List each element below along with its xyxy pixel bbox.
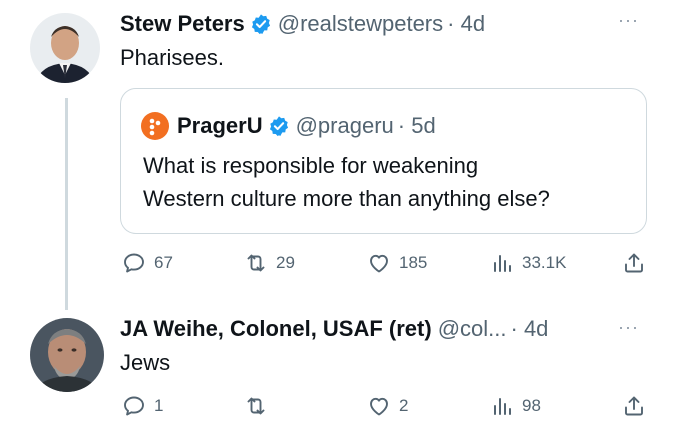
prageru-logo-icon — [141, 112, 169, 140]
like-count: 185 — [399, 253, 428, 272]
thread-connector-line — [65, 98, 68, 310]
retweet-button[interactable]: 29 — [244, 251, 295, 275]
reply-count: 1 — [154, 396, 164, 415]
author-name[interactable]: Stew Peters — [120, 11, 245, 37]
share-button[interactable] — [622, 251, 646, 275]
like-button[interactable]: 185 — [367, 251, 427, 275]
reply-icon — [124, 253, 144, 273]
heart-icon — [370, 397, 388, 416]
reply-icon — [124, 396, 144, 416]
verified-badge-icon — [251, 14, 270, 35]
tweet-text: Jews — [120, 350, 171, 375]
share-button[interactable] — [622, 394, 646, 418]
share-icon — [625, 396, 643, 416]
retweet-icon — [247, 397, 265, 415]
tweet-header: Stew Peters @realstewpeters · 4d — [120, 9, 485, 39]
quoted-tweet-card[interactable]: PragerU @prageru · 5d What is responsibl… — [120, 88, 647, 234]
author-name[interactable]: JA Weihe, Colonel, USAF (ret) — [120, 316, 432, 342]
views-button[interactable]: 98 — [490, 394, 541, 418]
author-handle[interactable]: @col... — [438, 316, 507, 342]
views-chart-icon — [494, 255, 511, 272]
heart-icon — [370, 254, 388, 273]
views-count: 33.1K — [522, 253, 567, 272]
tweet-header: JA Weihe, Colonel, USAF (ret) @col... · … — [120, 314, 548, 344]
like-count: 2 — [399, 396, 409, 415]
quote-header: PragerU @prageru · 5d — [141, 111, 436, 141]
avatar[interactable] — [30, 318, 104, 392]
retweet-icon — [247, 254, 265, 272]
quote-author-name[interactable]: PragerU — [177, 113, 263, 139]
timestamp[interactable]: · 4d — [511, 316, 549, 342]
quote-author-handle[interactable]: @prageru — [296, 113, 394, 139]
reply-count: 67 — [154, 253, 173, 272]
like-button[interactable]: 2 — [367, 394, 408, 418]
timestamp[interactable]: · 4d — [447, 11, 485, 37]
views-button[interactable]: 33.1K — [490, 251, 566, 275]
author-handle[interactable]: @realstewpeters — [278, 11, 443, 37]
verified-badge-icon — [269, 116, 288, 137]
quote-text-line-2: Western culture more than anything else? — [143, 186, 550, 211]
share-icon — [625, 253, 643, 273]
views-chart-icon — [494, 398, 511, 415]
tweet-text: Pharisees. — [120, 45, 224, 70]
avatar[interactable] — [30, 13, 100, 83]
reply-button[interactable]: 1 — [122, 394, 163, 418]
reply-button[interactable]: 67 — [122, 251, 173, 275]
retweet-count: 29 — [276, 253, 295, 272]
views-count: 98 — [522, 396, 541, 415]
quote-text-line-1: What is responsible for weakening — [143, 153, 479, 178]
more-options-icon[interactable]: ··· — [618, 10, 639, 31]
retweet-button[interactable] — [244, 394, 276, 418]
more-options-icon[interactable]: ··· — [618, 317, 639, 338]
quote-timestamp[interactable]: · 5d — [398, 113, 436, 139]
